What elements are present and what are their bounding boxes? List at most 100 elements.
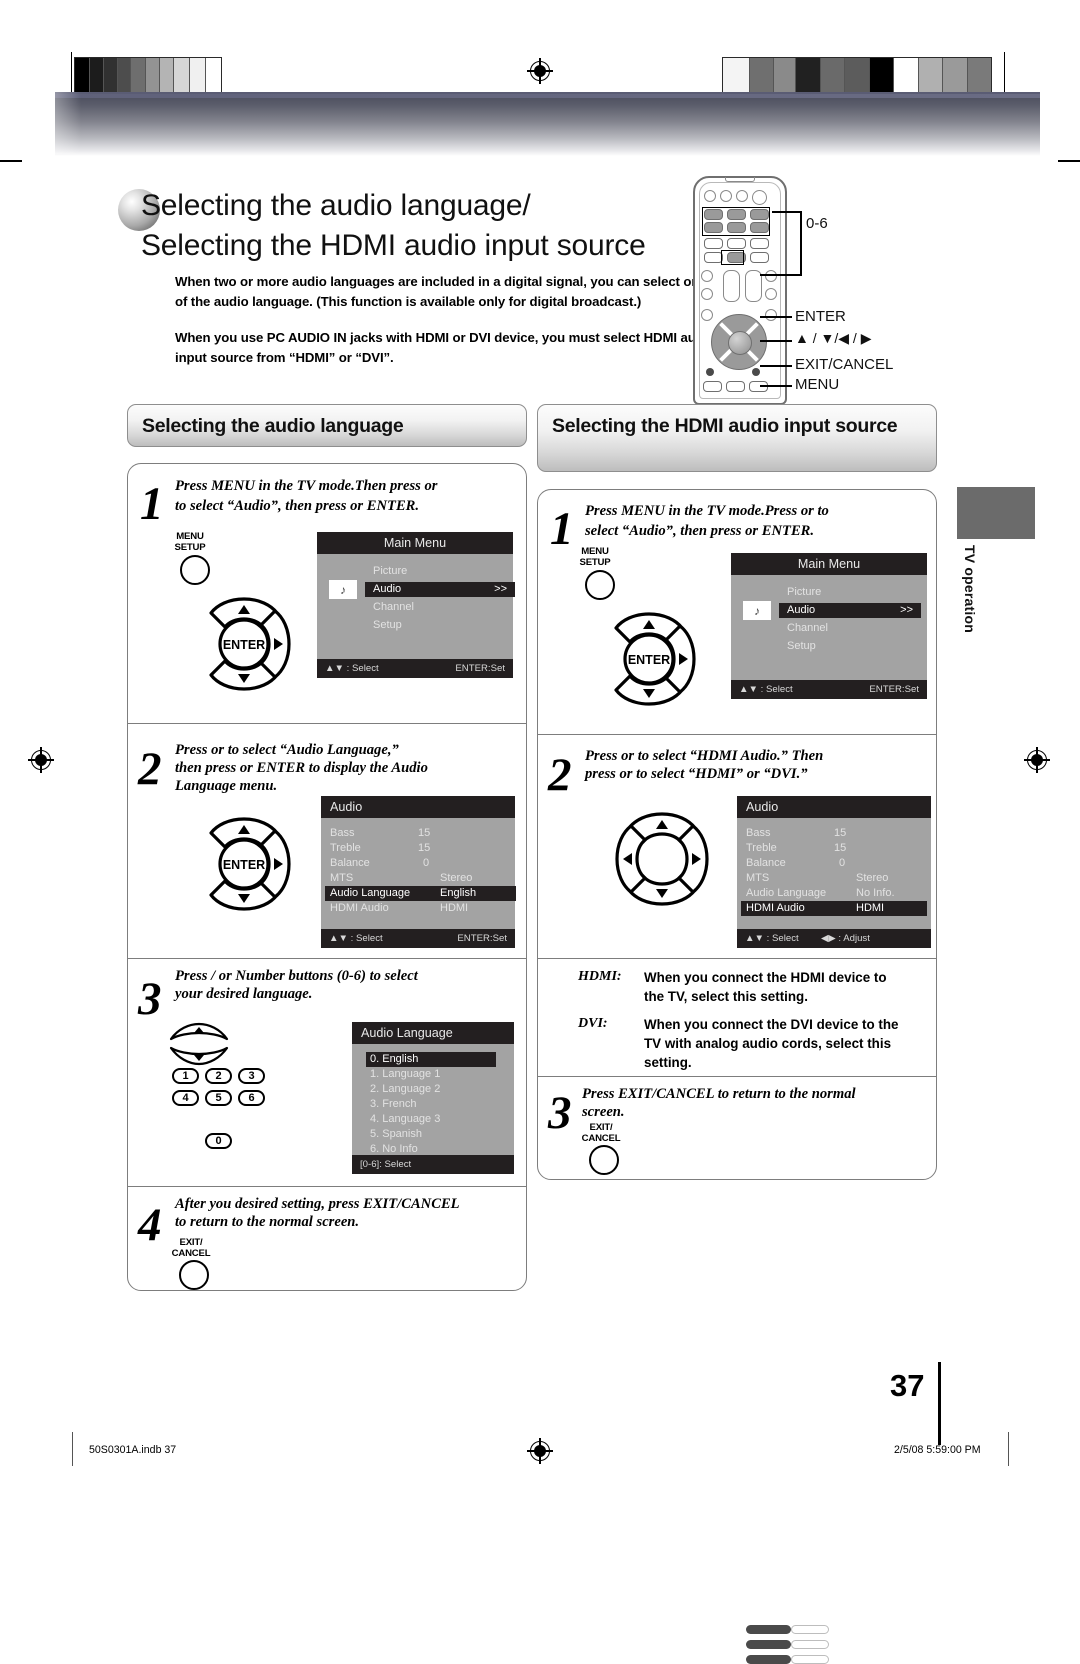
side-tab-block [957,487,1035,539]
right-step-1-menu-button-icon [585,570,615,600]
remote-dpad [711,314,767,370]
osd-audio-title-right: Audio [737,796,931,818]
cancel-label-line2: CANCEL [171,1247,211,1259]
svg-text:ENTER: ENTER [628,653,670,667]
osd-row-label: Setup [787,640,816,652]
osd-row-label: Audio Language [746,887,827,899]
osd-row-label: 2. Language 2 [370,1083,441,1095]
osd-footer-left-text: ▲▼ : Select [329,933,383,944]
right-step-2-text-line1: Press or to select “HDMI Audio.” Then [585,748,824,764]
osd-main-menu-right: Main Menu ♪ Picture Audio >> Channel Set… [731,553,927,699]
left-step-4-number: 4 [138,1199,162,1251]
osd-row-setup-right: Setup [787,639,917,654]
right-step-2-dpad-icon [613,810,711,908]
osd-row-value: English [440,887,477,899]
osd-audio-right: Audio Bass 15 Treble 15 Balance 0 MTS St… [737,796,931,948]
definition-term-dvi: DVI: [578,1016,608,1031]
left-step-3-number: 3 [138,973,162,1025]
header-gradient-band [55,92,1040,156]
left-step-divider-3 [128,1186,526,1188]
menu-label-line1: MENU [176,531,204,542]
callout-line-numbers-h1 [772,211,802,213]
definition-dvi-line3: setting. [644,1055,692,1070]
number-keys-group-box [702,207,770,236]
osd-lang-row-3: 3. French [370,1097,496,1112]
osd-row-label: Treble [746,842,777,854]
osd-main-menu-title-right: Main Menu [731,553,927,575]
osd-audio-footer-right: ▲▼ : Select ◀▶ : Adjust [737,929,931,948]
osd-row-audio-right: Audio >> [779,603,921,618]
osd-row-label: 4. Language 3 [370,1113,441,1125]
osd-audio-row-balance-left: Balance 0 [330,856,506,871]
osd-row-value: Stereo [856,872,889,884]
osd-treble-bar-left [791,1640,829,1649]
osd-audio-language: Audio Language 0. English 1. Language 1 … [352,1022,514,1174]
left-step-1-text-line2: to select “Audio”, then press or ENTER. [175,498,420,514]
section-header-audio-language: Selecting the audio language [127,404,527,447]
left-step-1-dpad-icon: ENTER [195,595,293,693]
osd-row-value: 0 [839,857,846,869]
osd-row-label: Treble [330,842,361,854]
osd-row-label: HDMI Audio [746,902,805,914]
left-step-4-text-line1: After you desired setting, press EXIT/CA… [175,1196,460,1212]
exit-cancel-key [706,368,714,376]
osd-row-label: 1. Language 1 [370,1068,441,1080]
right-step-2-number: 2 [548,749,572,801]
osd-row-label: MTS [746,872,770,884]
osd-row-picture-right: Picture [787,585,917,600]
svg-text:ENTER: ENTER [223,638,265,652]
osd-row-value: 15 [418,842,431,854]
left-step-1-menu-button-icon [180,555,210,585]
right-step-2-text-line2: press or to select “HDMI” or “DVI.” [585,766,808,782]
osd-treble-bar-fill-left [746,1640,791,1649]
left-step-3-number-buttons: 1 2 3 4 5 6 0 [168,1068,288,1149]
callout-label-number-keys: 0-6 [806,215,828,232]
osd-main-menu-footer-right: ▲▼ : Select ENTER:Set [731,680,927,699]
osd-audio-language-title: Audio Language [352,1022,514,1044]
right-step-divider-3 [538,1076,936,1078]
right-step-1-text-line1: Press MENU in the TV mode.Press or to [585,503,829,519]
osd-bass-bar-fill-left [746,1625,791,1634]
number-button-2: 2 [205,1068,232,1084]
osd-lang-row-2: 2. Language 2 [370,1082,496,1097]
setup-label-line2: SETUP [174,541,206,553]
left-step-3-updown-arrows-icon [168,1022,230,1068]
osd-row-arrow: >> [494,583,507,595]
osd-main-menu-title-left: Main Menu [317,532,513,554]
intro-text: When two or more audio languages are inc… [175,272,720,384]
exit-label-line1: EXIT/ [179,1237,203,1248]
registration-mark-top [527,58,553,84]
registration-mark-left [28,747,54,773]
callout-line-exit-cancel [760,365,792,367]
osd-audio-language-footer: [0-6]: Select [352,1155,514,1174]
osd-row-label: Bass [330,827,355,839]
callout-label-enter: ENTER [795,308,846,325]
osd-row-value: 15 [834,842,847,854]
osd-audio-row-hdmi-audio-right: HDMI Audio HDMI [741,901,927,916]
osd-row-channel-left: Channel [373,600,503,615]
number-button-1: 1 [172,1068,199,1084]
osd-audio-row-mts-left: MTS Stereo [330,871,506,886]
intro-paragraph-2: When you use PC AUDIO IN jacks with HDMI… [175,330,716,365]
callout-label-exit-cancel: EXIT/CANCEL [795,356,894,373]
right-step-3-exit-button-icon [589,1145,619,1175]
osd-row-picture-left: Picture [373,564,503,579]
right-step-divider-2 [538,958,936,960]
osd-audio-row-mts-right: MTS Stereo [746,871,922,886]
intro-paragraph-1: When two or more audio languages are inc… [175,274,707,309]
osd-row-label: Setup [373,619,402,631]
osd-audio-row-bass-right: Bass 15 [746,826,922,841]
left-step-4-exit-key-label: EXIT/ CANCEL [160,1237,222,1259]
right-step-3-text-line2: screen. [582,1104,625,1120]
callout-line-arrows [760,340,792,342]
callout-label-arrows: ▲ / ▼/◀ / ▶ [795,330,872,346]
right-step-1-text-line2: select “Audio”, then press or ENTER. [585,523,815,539]
left-step-1-number: 1 [140,478,164,530]
osd-row-value: 15 [834,827,847,839]
number-button-3: 3 [238,1068,265,1084]
zero-key-box [721,250,744,265]
page-title-line2: Selecting the HDMI audio input source [141,229,646,262]
osd-footer-mid-text: ◀▶ : Adjust [821,933,870,944]
callout-line-numbers-h2 [760,274,802,276]
osd-audio-footer-left: ▲▼ : Select ENTER:Set [321,929,515,948]
